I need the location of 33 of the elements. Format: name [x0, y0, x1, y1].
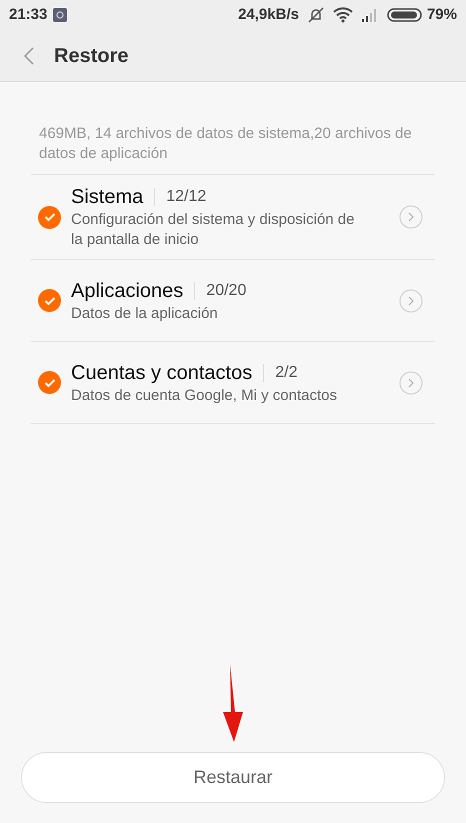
item-count: 2/2	[275, 362, 298, 382]
summary-text: 469MB, 14 archivos de datos de sistema,20 archivos de datos de aplicación	[31, 124, 435, 175]
checkbox[interactable]	[38, 206, 61, 228]
check-icon	[44, 378, 56, 388]
item-description: Datos de la aplicación	[71, 304, 219, 324]
restore-item[interactable]: Aplicaciones 20/20 Datos de la aplicación	[31, 260, 435, 342]
chevron-right-icon	[399, 288, 423, 312]
status-time: 21:33	[9, 4, 48, 25]
item-count: 12/12	[166, 187, 206, 207]
restore-button[interactable]: Restaurar	[21, 752, 445, 803]
item-title: Aplicaciones	[71, 278, 184, 304]
item-description: Datos de cuenta Google, Mi y contactos	[71, 386, 338, 406]
chevron-right-icon	[399, 370, 423, 394]
check-icon	[44, 296, 56, 306]
item-title: Cuentas y contactos	[71, 360, 252, 386]
checkbox[interactable]	[38, 371, 61, 394]
signal-icon	[360, 8, 379, 22]
notification-icon	[53, 8, 68, 22]
restore-item[interactable]: Sistema 12/12 Configuración del sistema y disposición de la pantalla de inicio	[31, 175, 435, 260]
item-title: Sistema	[71, 185, 144, 210]
item-count: 20/20	[206, 280, 246, 300]
checkbox[interactable]	[38, 289, 61, 312]
muted-bell-icon	[306, 6, 325, 24]
battery-icon	[386, 7, 423, 23]
network-speed: 24,9kB/s	[238, 4, 299, 25]
wifi-icon	[332, 7, 353, 23]
item-description: Configuración del sistema y disposición de la pantalla de inicio	[71, 210, 356, 250]
page-title: Restore	[54, 44, 128, 68]
back-icon	[23, 46, 35, 66]
check-icon	[44, 212, 56, 222]
battery-percentage: 79%	[426, 4, 457, 25]
restore-item[interactable]: Cuentas y contactos 2/2 Datos de cuenta Google, Mi y contactos	[31, 342, 435, 424]
chevron-right-icon	[399, 205, 423, 229]
